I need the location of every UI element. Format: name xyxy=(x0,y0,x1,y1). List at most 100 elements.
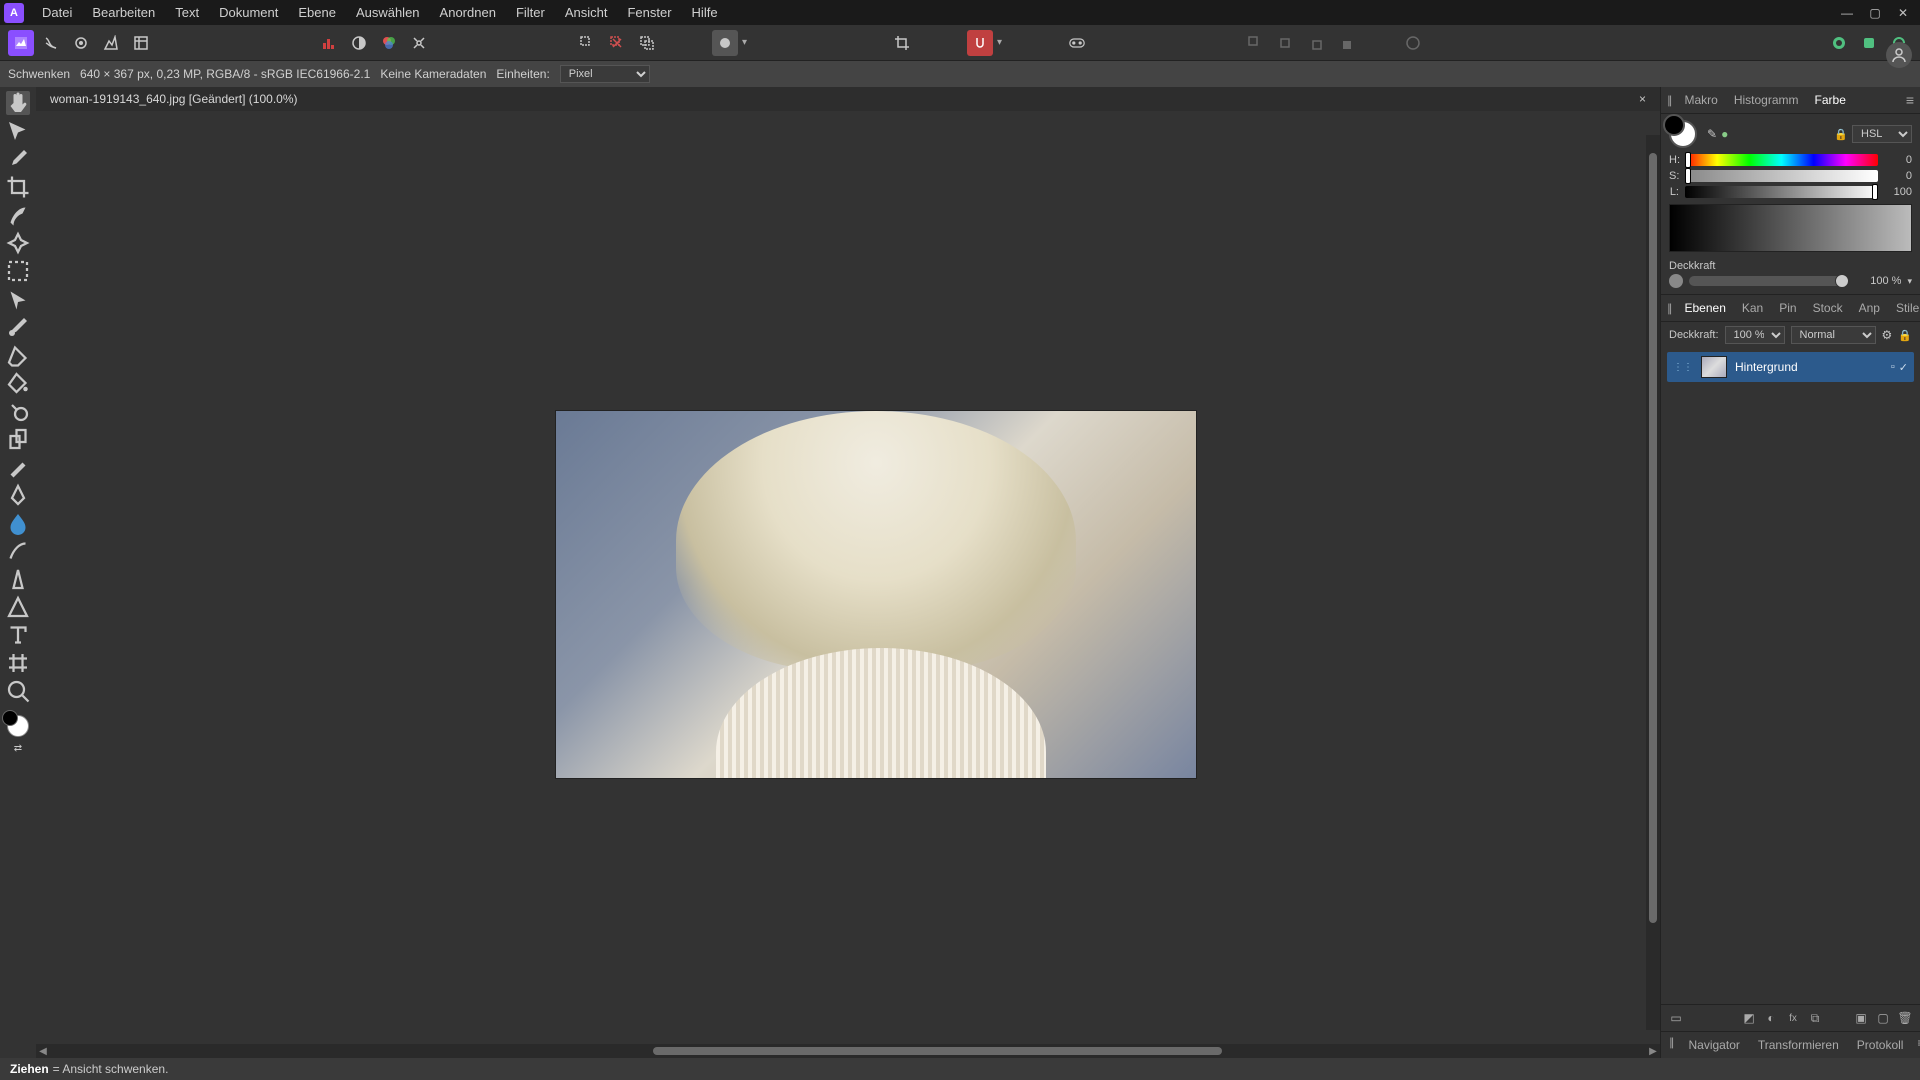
hue-slider[interactable] xyxy=(1685,154,1878,166)
autocontrast-icon[interactable] xyxy=(346,30,372,56)
retouch-tool-icon[interactable] xyxy=(6,455,30,479)
color-model-select[interactable]: HSL xyxy=(1852,125,1912,143)
scroll-left-icon[interactable]: ◀ xyxy=(36,1046,50,1057)
lock-icon[interactable]: 🔒 xyxy=(1898,329,1912,342)
tab-anp[interactable]: Anp xyxy=(1855,299,1884,317)
chevron-down-icon[interactable]: ▾ xyxy=(1907,276,1912,287)
zoom-tool-icon[interactable] xyxy=(6,679,30,703)
menu-text[interactable]: Text xyxy=(165,1,209,24)
tonemap-persona-icon[interactable] xyxy=(98,30,124,56)
gear-icon[interactable]: ⚙ xyxy=(1882,328,1893,342)
arrange-forward-icon[interactable] xyxy=(1302,30,1328,56)
arrange-back-icon[interactable] xyxy=(1242,30,1268,56)
layer-item[interactable]: ⋮⋮ Hintergrund ▫ ✓ xyxy=(1667,352,1914,382)
close-button[interactable]: ✕ xyxy=(1890,3,1916,23)
mask-icon[interactable]: ◩ xyxy=(1740,1009,1758,1027)
assistant-icon[interactable] xyxy=(1064,30,1090,56)
export-persona-icon[interactable] xyxy=(128,30,154,56)
menu-ansicht[interactable]: Ansicht xyxy=(555,1,618,24)
panel-menu-icon[interactable]: ≡ xyxy=(1906,93,1914,107)
layer-visible-icon[interactable]: ✓ xyxy=(1899,361,1908,374)
light-slider[interactable] xyxy=(1685,186,1878,198)
blend-mode-select[interactable]: Normal xyxy=(1791,326,1876,344)
cloud-icon[interactable] xyxy=(1856,30,1882,56)
blur-tool-icon[interactable] xyxy=(6,511,30,535)
document-tab[interactable]: woman-1919143_640.jpg [Geändert] (100.0%… xyxy=(42,90,306,108)
selection-remove-icon[interactable] xyxy=(604,30,630,56)
swap-colors-icon[interactable]: ⇄ xyxy=(6,741,30,755)
viewport[interactable] xyxy=(36,111,1660,1044)
clone-tool-icon[interactable] xyxy=(6,427,30,451)
noise-icon[interactable] xyxy=(1669,274,1683,288)
adjustment-icon[interactable]: ◐ xyxy=(1762,1009,1780,1027)
crop-tool-icon[interactable] xyxy=(6,175,30,199)
menu-dokument[interactable]: Dokument xyxy=(209,1,288,24)
scroll-right-icon[interactable]: ▶ xyxy=(1646,1046,1660,1057)
mesh-tool-icon[interactable] xyxy=(6,651,30,675)
gradient-preview[interactable] xyxy=(1669,204,1912,252)
selection-brush-tool-icon[interactable] xyxy=(6,203,30,227)
develop-persona-icon[interactable] xyxy=(68,30,94,56)
menu-filter[interactable]: Filter xyxy=(506,1,555,24)
tab-farbe[interactable]: Farbe xyxy=(1811,91,1850,109)
flood-select-tool-icon[interactable] xyxy=(6,287,30,311)
pen-tool-icon[interactable] xyxy=(6,483,30,507)
menu-fenster[interactable]: Fenster xyxy=(617,1,681,24)
color-picker-tool-icon[interactable] xyxy=(6,147,30,171)
hand-tool-icon[interactable] xyxy=(6,91,30,115)
tab-navigator[interactable]: Navigator xyxy=(1685,1036,1744,1054)
move-tool-icon[interactable] xyxy=(6,119,30,143)
arrange-front-icon[interactable] xyxy=(1332,30,1358,56)
drag-handle-icon[interactable]: ⋮⋮ xyxy=(1673,362,1693,373)
collapse-icon[interactable]: ∥ xyxy=(1669,1036,1675,1054)
vertical-scrollbar[interactable] xyxy=(1646,135,1660,1030)
chevron-down-icon[interactable]: ▾ xyxy=(997,37,1002,48)
menu-hilfe[interactable]: Hilfe xyxy=(682,1,728,24)
sharpen-tool-icon[interactable] xyxy=(6,567,30,591)
crop-icon[interactable] xyxy=(889,30,915,56)
opacity-slider[interactable] xyxy=(1689,276,1849,286)
account-icon[interactable] xyxy=(1886,42,1912,68)
stock-icon[interactable] xyxy=(1826,30,1852,56)
layer-opacity-select[interactable]: 100 % xyxy=(1725,326,1785,344)
text-tool-icon[interactable] xyxy=(6,623,30,647)
selection-intersect-icon[interactable] xyxy=(634,30,660,56)
group-icon[interactable]: ▣ xyxy=(1852,1009,1870,1027)
color-swatch-icon[interactable] xyxy=(1669,120,1697,148)
marquee-tool-icon[interactable] xyxy=(6,259,30,283)
delete-layer-icon[interactable]: 🗑 xyxy=(1896,1009,1914,1027)
tab-kan[interactable]: Kan xyxy=(1738,299,1767,317)
maximize-button[interactable]: ▢ xyxy=(1862,3,1888,23)
quickmask-icon[interactable] xyxy=(712,30,738,56)
autowb-icon[interactable] xyxy=(406,30,432,56)
add-layer-icon[interactable]: ▢ xyxy=(1874,1009,1892,1027)
menu-auswaehlen[interactable]: Auswählen xyxy=(346,1,430,24)
snap-icon[interactable] xyxy=(967,30,993,56)
fill-tool-icon[interactable] xyxy=(6,371,30,395)
collapse-icon[interactable]: ∥ xyxy=(1667,94,1673,107)
fx-icon[interactable]: fx xyxy=(1784,1009,1802,1027)
tab-pin[interactable]: Pin xyxy=(1775,299,1800,317)
dodge-tool-icon[interactable] xyxy=(6,399,30,423)
paint-brush-tool-icon[interactable] xyxy=(6,315,30,339)
close-tab-icon[interactable]: × xyxy=(1639,92,1654,106)
tab-stile[interactable]: Stile xyxy=(1892,299,1920,317)
photo-persona-icon[interactable] xyxy=(8,30,34,56)
menu-bearbeiten[interactable]: Bearbeiten xyxy=(82,1,165,24)
chevron-down-icon[interactable]: ▾ xyxy=(742,37,747,48)
units-select[interactable]: Pixel xyxy=(560,65,650,83)
target-icon[interactable] xyxy=(1400,30,1426,56)
crop-layer-icon[interactable]: ⧉ xyxy=(1806,1009,1824,1027)
tab-ebenen[interactable]: Ebenen xyxy=(1681,299,1730,317)
shape-tool-icon[interactable] xyxy=(6,595,30,619)
menu-ebene[interactable]: Ebene xyxy=(288,1,346,24)
color-swatch-icon[interactable] xyxy=(7,715,29,737)
minimize-button[interactable]: — xyxy=(1834,3,1860,23)
tab-histogramm[interactable]: Histogramm xyxy=(1730,91,1803,109)
horizontal-scrollbar[interactable]: ◀ ▶ xyxy=(36,1044,1660,1058)
menu-datei[interactable]: Datei xyxy=(32,1,82,24)
autocolors-icon[interactable] xyxy=(376,30,402,56)
eyedropper-icon[interactable]: ✎ xyxy=(1707,127,1717,141)
erase-tool-icon[interactable] xyxy=(6,343,30,367)
layer-edit-icon[interactable]: ▭ xyxy=(1667,1009,1685,1027)
